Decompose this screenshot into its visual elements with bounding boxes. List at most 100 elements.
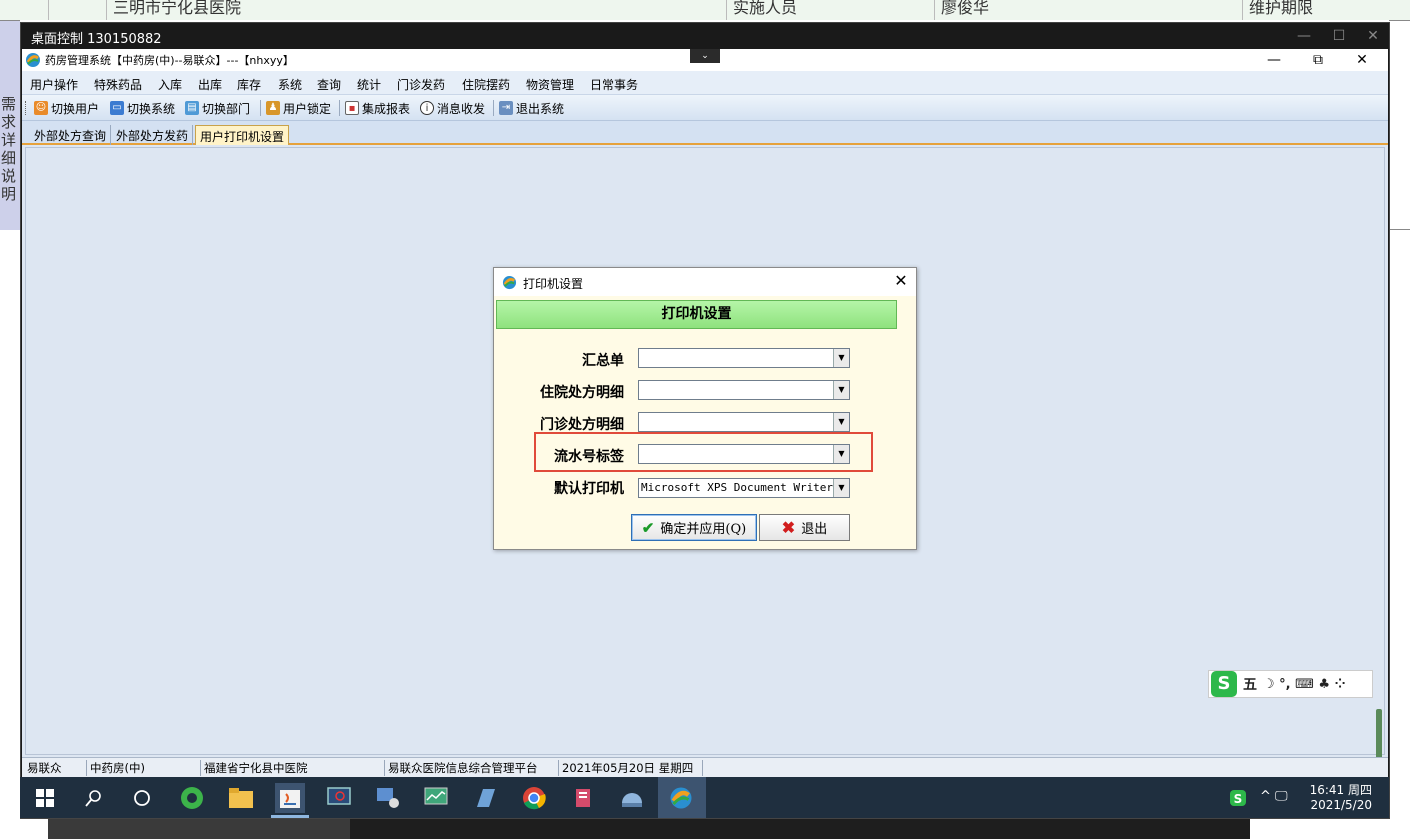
tray-expand-icon[interactable]: ^ 🖵 (1260, 789, 1288, 804)
menu-inventory[interactable]: 库存 (237, 76, 261, 93)
tab-external-rx-dispense[interactable]: 外部处方发药 (112, 125, 194, 145)
menu-inpatient-dispense[interactable]: 住院摆药 (462, 76, 510, 93)
monitor-app-icon[interactable] (421, 783, 451, 813)
default-printer-select[interactable]: Microsoft XPS Document Writer ▼ (638, 478, 850, 498)
remote-maximize-button[interactable]: ☐ (1324, 26, 1354, 46)
dropdown-arrow-icon[interactable]: ▼ (833, 381, 849, 399)
user-lock-button[interactable]: ♟ 用户锁定 (266, 99, 331, 117)
background-cell-hospital: 三明市宁化县医院 (106, 0, 726, 20)
confirm-apply-button[interactable]: ✔ 确定并应用(Q) (631, 514, 757, 541)
menu-statistics[interactable]: 统计 (357, 76, 381, 93)
remote-minimize-button[interactable]: — (1289, 26, 1319, 46)
menu-outpatient-dispense[interactable]: 门诊发药 (397, 76, 445, 93)
pharmacy-app-taskbar-icon[interactable] (666, 783, 696, 813)
messages-button[interactable]: i 消息收发 (420, 99, 485, 117)
confirm-apply-label: 确定并应用(Q) (660, 522, 747, 537)
outpatient-rx-printer-select[interactable]: ▼ (638, 412, 850, 432)
switch-dept-button[interactable]: ▤ 切换部门 (185, 99, 250, 117)
background-cell-blank (48, 0, 106, 20)
switch-user-label: 切换用户 (51, 101, 100, 116)
background-right-panel (1389, 20, 1410, 230)
notes-app-icon[interactable] (470, 783, 500, 813)
status-department: 中药房(中) (86, 760, 145, 776)
app-logo-icon (502, 275, 517, 290)
remote-close-button[interactable]: ✕ (1358, 26, 1388, 46)
clock-date[interactable]: 2021/5/20 (1308, 798, 1372, 812)
clock-time[interactable]: 16:41 周四 (1308, 781, 1372, 798)
svg-text:S: S (1234, 792, 1243, 806)
background-bottom-strip (48, 818, 1250, 839)
toolbar-grip[interactable] (25, 101, 28, 115)
status-platform: 易联众医院信息综合管理平台 (384, 760, 538, 776)
app-titlebar: 药房管理系统【中药房(中)--易联众】---【nhxyy】 ⌄ — ⧉ ✕ (22, 49, 1388, 71)
taskbar: S ^ 🖵 16:41 周四 2021/5/20 (20, 777, 1389, 818)
remote-title: 桌面控制 130150882 (31, 32, 162, 47)
dialog-title: 打印机设置 (523, 277, 584, 291)
dialog-titlebar: 打印机设置 ✕ (494, 268, 916, 296)
info-icon: i (420, 101, 434, 115)
background-table-row: 三明市宁化县医院 实施人员 廖俊华 维护期限 (0, 0, 1410, 20)
status-company: 易联众 (27, 761, 62, 775)
file-explorer-icon[interactable] (226, 783, 256, 813)
menu-materials[interactable]: 物资管理 (526, 76, 574, 93)
screen-capture-icon[interactable] (324, 783, 354, 813)
exit-label: 退出 (801, 522, 828, 537)
dropdown-arrow-icon[interactable]: ▼ (833, 349, 849, 367)
menu-daily-affairs[interactable]: 日常事务 (590, 76, 638, 93)
windows-start-icon[interactable] (30, 783, 60, 813)
inpatient-rx-label: 住院处方明细 (540, 385, 624, 401)
java-icon[interactable] (275, 783, 305, 813)
menu-stock-out[interactable]: 出库 (198, 76, 222, 93)
menu-user-ops[interactable]: 用户操作 (30, 76, 78, 93)
app-logo-icon (26, 53, 40, 67)
switch-dept-label: 切换部门 (202, 101, 251, 116)
remote-tool-icon[interactable] (373, 783, 403, 813)
menu-query[interactable]: 查询 (317, 76, 341, 93)
sogou-logo-icon[interactable]: S (1211, 671, 1237, 697)
menu-special-drugs[interactable]: 特殊药品 (94, 76, 142, 93)
task-view-icon[interactable] (127, 783, 157, 813)
edge-browser-icon[interactable] (177, 783, 207, 813)
dialog-banner: 打印机设置 (496, 300, 897, 329)
taskbar-running-indicator (271, 815, 309, 818)
switch-system-button[interactable]: ▭ 切换系统 (110, 99, 175, 117)
toolbar: ☺ 切换用户 ▭ 切换系统 ▤ 切换部门 ♟ 用户锁定 ▪ 集成报表 i 消息收… (22, 95, 1388, 121)
exit-door-icon: ⇥ (499, 101, 513, 115)
dialog-close-button[interactable]: ✕ (892, 272, 910, 290)
chevron-down-icon[interactable]: ⌄ (690, 49, 720, 63)
menu-system[interactable]: 系统 (278, 76, 302, 93)
app-restore-button[interactable]: ⧉ (1298, 50, 1338, 70)
summary-printer-select[interactable]: ▼ (638, 348, 850, 368)
building-icon: ▤ (185, 101, 199, 115)
sogou-tray-icon[interactable]: S (1223, 783, 1253, 813)
remote-titlebar: 桌面控制 130150882 — ☐ ✕ (21, 23, 1389, 49)
users-icon: ☺ (34, 101, 48, 115)
reports-button[interactable]: ▪ 集成报表 (345, 99, 410, 117)
inpatient-rx-printer-select[interactable]: ▼ (638, 380, 850, 400)
ime-mode[interactable]: 五 (1243, 674, 1257, 694)
exit-system-button[interactable]: ⇥ 退出系统 (499, 99, 564, 117)
app-minimize-button[interactable]: — (1254, 50, 1294, 70)
chrome-icon[interactable] (519, 783, 549, 813)
dropdown-arrow-icon[interactable]: ▼ (833, 413, 849, 431)
tab-printer-settings[interactable]: 用户打印机设置 (195, 125, 290, 145)
background-bottom-dark (350, 818, 1250, 839)
database-app-icon[interactable] (568, 783, 598, 813)
search-icon[interactable] (79, 783, 109, 813)
highlight-annotation-box (534, 432, 873, 472)
exit-system-label: 退出系统 (516, 101, 565, 116)
switch-user-button[interactable]: ☺ 切换用户 (34, 99, 99, 117)
user-lock-label: 用户锁定 (283, 101, 332, 116)
reports-label: 集成报表 (362, 101, 411, 116)
ime-toolbar: S 五 ☽ °, ⌨ ♣ ⁘ (1208, 670, 1373, 698)
dropdown-arrow-icon[interactable]: ▼ (833, 479, 849, 497)
exit-button[interactable]: ✖ 退出 (759, 514, 850, 541)
tab-external-rx-query[interactable]: 外部处方查询 (30, 125, 112, 145)
menu-stock-in[interactable]: 入库 (158, 76, 182, 93)
switch-system-label: 切换系统 (127, 101, 176, 116)
printer-settings-dialog: 打印机设置 ✕ 打印机设置 汇总单 ▼ 住院处方明细 ▼ 门诊处方明细 ▼ 流水… (493, 267, 917, 550)
app-close-button[interactable]: ✕ (1342, 50, 1382, 70)
ime-tools[interactable]: ☽ °, ⌨ ♣ ⁘ (1263, 677, 1346, 692)
network-app-icon[interactable] (617, 783, 647, 813)
close-icon: ✖ (781, 518, 796, 537)
